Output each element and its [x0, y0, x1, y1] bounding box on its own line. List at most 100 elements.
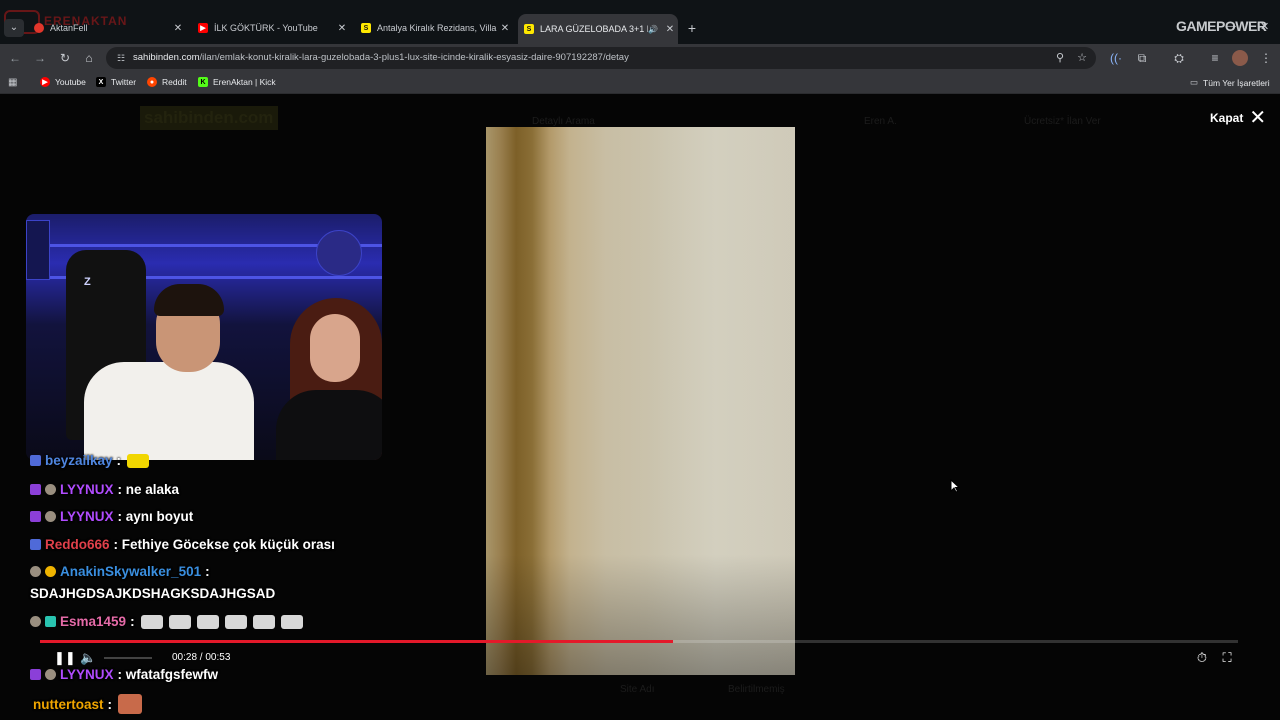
chat-badge-icon	[30, 455, 41, 466]
puzzle-icon[interactable]: ⧉	[1134, 50, 1150, 66]
current-time: 00:28	[172, 652, 198, 663]
person	[276, 390, 382, 460]
tab-title: Antalya Kiralık Rezidans, Villa, M	[377, 23, 497, 33]
bookmark-reddit[interactable]: ● Reddit	[147, 77, 187, 87]
chat-message: LYYNUX : aynı boyut	[30, 509, 193, 524]
arrow-left-icon[interactable]: ←	[7, 50, 23, 66]
tab-title: İLK GÖKTÜRK - YouTube	[214, 23, 318, 33]
close-tab-icon[interactable]: ✕	[170, 23, 186, 34]
chat-emote	[127, 453, 150, 468]
close-tab-icon[interactable]: ✕	[662, 24, 678, 35]
chat-badge-icon	[45, 669, 56, 680]
incognito-icon[interactable]: ⛭	[1171, 50, 1187, 66]
speaker-icon[interactable]: 🔊	[648, 25, 658, 34]
chair-logo: Z	[84, 276, 91, 288]
chat-message-continuation: SDAJHGDSAJKDSHAGKSDAJHGSAD	[30, 586, 275, 601]
arrow-right-icon[interactable]: →	[32, 50, 48, 66]
chat-text: aynı boyut	[125, 509, 194, 524]
volume-slider[interactable]	[104, 657, 152, 659]
folder-icon: ▭	[1190, 77, 1199, 87]
chat-username: AnakinSkywalker_501	[60, 564, 202, 579]
chat-badge-icon	[45, 566, 56, 577]
post-ad-link[interactable]: Ücretsiz* İlan Ver	[1024, 116, 1101, 127]
chat-message: nuttertoast :	[30, 694, 142, 714]
collectible	[26, 220, 50, 280]
streamer-webcam: Z	[26, 214, 382, 460]
chat-emote	[168, 614, 191, 629]
site-logo[interactable]: sahibinden.com	[140, 106, 278, 130]
tab-title: LARA GÜZELOBADA 3+1 LÜ	[540, 24, 649, 34]
tab-lara-guzelobada[interactable]: S LARA GÜZELOBADA 3+1 LÜ 🔊 ✕	[518, 14, 678, 44]
chat-message: beyzailkay :	[30, 453, 150, 468]
reload-icon[interactable]: ↻	[57, 50, 73, 66]
chat-text: ne alaka	[125, 482, 180, 497]
favicon-icon	[34, 23, 44, 33]
cast-icon[interactable]: ((·	[1108, 50, 1124, 66]
url-text[interactable]: sahibinden.com/ilan/emlak-konut-kiralik-…	[133, 52, 629, 63]
video-bottom-shade	[486, 127, 795, 675]
bookmark-kick[interactable]: K ErenAktan | Kick	[198, 77, 276, 87]
url-path: /ilan/emlak-konut-kiralik-lara-guzelobad…	[199, 52, 629, 63]
chat-emote	[252, 614, 275, 629]
tab-antalya-kiralik[interactable]: S Antalya Kiralık Rezidans, Villa, M ✕	[355, 16, 513, 40]
tab-search-chevron-icon[interactable]: ⌄	[4, 19, 24, 37]
chat-badge-icon	[45, 511, 56, 522]
chat-badge-icon	[30, 511, 41, 522]
new-tab-icon[interactable]: +	[684, 20, 700, 36]
bookmark-label: Twitter	[111, 77, 137, 87]
sahibinden-favicon-icon: S	[361, 23, 371, 33]
bookmark-twitter[interactable]: X Twitter	[96, 77, 136, 87]
timer-icon[interactable]: ⏱	[1194, 650, 1210, 666]
detailed-search-link[interactable]: Detaylı Arama	[532, 116, 595, 127]
chat-message: LYYNUX : ne alaka	[30, 482, 179, 497]
chat-username: Reddo666	[45, 537, 110, 552]
bookmarks-bar: ▦ ▶ Youtube X Twitter ● Reddit K ErenAkt…	[0, 72, 1280, 94]
avatar[interactable]	[1232, 50, 1248, 66]
close-tab-icon[interactable]: ✕	[334, 23, 350, 34]
window-close-icon[interactable]: ✕	[1260, 20, 1269, 33]
tab-media-icon[interactable]: ≡	[1207, 50, 1223, 66]
volume-icon[interactable]: 🔈	[80, 650, 96, 666]
chat-badge-icon	[45, 616, 56, 627]
kebab-menu-icon[interactable]: ⋮	[1258, 50, 1274, 66]
youtube-favicon-icon: ▶	[198, 23, 208, 33]
tab-title: AktanFell	[50, 23, 88, 33]
browser-toolbar: ← → ↻ ⌂ ☷ sahibinden.com/ilan/emlak-konu…	[0, 44, 1280, 72]
chat-message: LYYNUX : wfatafgsfewfw	[30, 667, 218, 682]
close-gallery-button[interactable]: Kapat ✕	[1210, 108, 1266, 128]
person	[84, 362, 254, 460]
pause-icon[interactable]: ❚❚	[54, 650, 76, 666]
tune-icon[interactable]: ☷	[115, 52, 127, 64]
url-host: sahibinden.com	[133, 52, 200, 63]
duration: 00:53	[205, 652, 231, 663]
person	[310, 314, 360, 382]
fullscreen-icon[interactable]: ⛶	[1219, 650, 1235, 666]
address-bar[interactable]: ☷ sahibinden.com/ilan/emlak-konut-kirali…	[106, 47, 1096, 69]
tab-strip: ERENAKTAN ⌄ AktanFell ✕ ▶ İLK GÖKTÜRK - …	[0, 0, 1280, 44]
minimize-icon[interactable]: —	[1226, 21, 1236, 32]
person	[154, 284, 224, 316]
user-menu[interactable]: Eren A.	[864, 116, 897, 127]
all-bookmarks[interactable]: ▭ Tüm Yer İşaretleri	[1190, 77, 1270, 88]
chat-badge-icon	[30, 616, 41, 627]
zoom-icon[interactable]: ⚲	[1052, 50, 1068, 66]
chat-username: nuttertoast	[33, 696, 104, 712]
apps-grid-icon[interactable]: ▦	[8, 77, 17, 88]
bookmark-label: ErenAktan | Kick	[213, 77, 276, 87]
chat-badge-icon	[30, 539, 41, 550]
close-tab-icon[interactable]: ✕	[497, 23, 513, 34]
tab-youtube[interactable]: ▶ İLK GÖKTÜRK - YouTube ✕	[192, 16, 350, 40]
chat-emote	[280, 614, 303, 629]
video-progress-bar[interactable]	[40, 640, 1238, 643]
home-icon[interactable]: ⌂	[81, 50, 97, 66]
close-label: Kapat	[1210, 111, 1244, 125]
chat-message: AnakinSkywalker_501 :	[30, 564, 210, 579]
chat-username: LYYNUX	[60, 509, 114, 524]
bookmark-youtube[interactable]: ▶ Youtube	[40, 77, 86, 87]
chat-message: Reddo666 : Fethiye Göcekse çok küçük ora…	[30, 537, 335, 552]
chat-username: LYYNUX	[60, 482, 114, 497]
chat-username: beyzailkay	[45, 453, 113, 468]
chat-emote	[118, 694, 142, 714]
tab-aktanfell[interactable]: AktanFell ✕	[28, 16, 186, 40]
star-icon[interactable]: ☆	[1074, 50, 1090, 66]
